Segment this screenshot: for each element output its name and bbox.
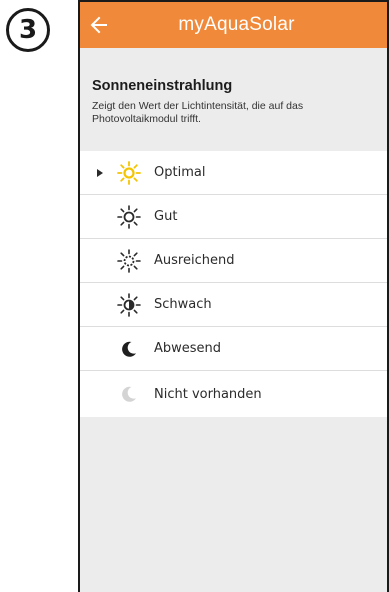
moon-faded-icon bbox=[122, 386, 136, 402]
section-description: Zeigt den Wert der Lichtintensität, die … bbox=[92, 100, 304, 126]
step-number-badge: 3 bbox=[6, 8, 50, 52]
option-label: Optimal bbox=[154, 165, 206, 180]
section-header: Sonneneinstrahlung Zeigt den Wert der Li… bbox=[80, 48, 387, 151]
option-label: Ausreichend bbox=[154, 253, 235, 268]
option-label: Abwesend bbox=[154, 341, 222, 356]
option-nicht-vorhanden[interactable]: Nicht vorhanden bbox=[80, 371, 387, 417]
section-title: Sonneneinstrahlung bbox=[92, 78, 233, 94]
sun-half-icon bbox=[117, 292, 141, 317]
option-schwach[interactable]: Schwach bbox=[80, 283, 387, 327]
option-optimal[interactable]: Optimal bbox=[80, 151, 387, 195]
sun-dotted-icon bbox=[117, 248, 141, 273]
option-ausreichend[interactable]: Ausreichend bbox=[80, 239, 387, 283]
selected-marker-icon bbox=[97, 168, 103, 177]
option-list: Optimal Gut Ausreichend Schwach Abwesend… bbox=[80, 151, 387, 417]
arrow-left-icon bbox=[90, 16, 107, 34]
sun-full-icon bbox=[117, 160, 141, 185]
app-bar: myAquaSolar bbox=[80, 2, 387, 48]
option-label: Schwach bbox=[154, 297, 212, 312]
option-gut[interactable]: Gut bbox=[80, 195, 387, 239]
sun-outline-icon bbox=[117, 204, 141, 229]
phone-screen: myAquaSolar Sonneneinstrahlung Zeigt den… bbox=[78, 0, 389, 592]
back-button[interactable] bbox=[84, 10, 114, 40]
option-label: Gut bbox=[154, 209, 178, 224]
app-title: myAquaSolar bbox=[178, 14, 295, 35]
moon-icon bbox=[122, 341, 136, 357]
option-label: Nicht vorhanden bbox=[154, 386, 262, 402]
option-abwesend[interactable]: Abwesend bbox=[80, 327, 387, 371]
